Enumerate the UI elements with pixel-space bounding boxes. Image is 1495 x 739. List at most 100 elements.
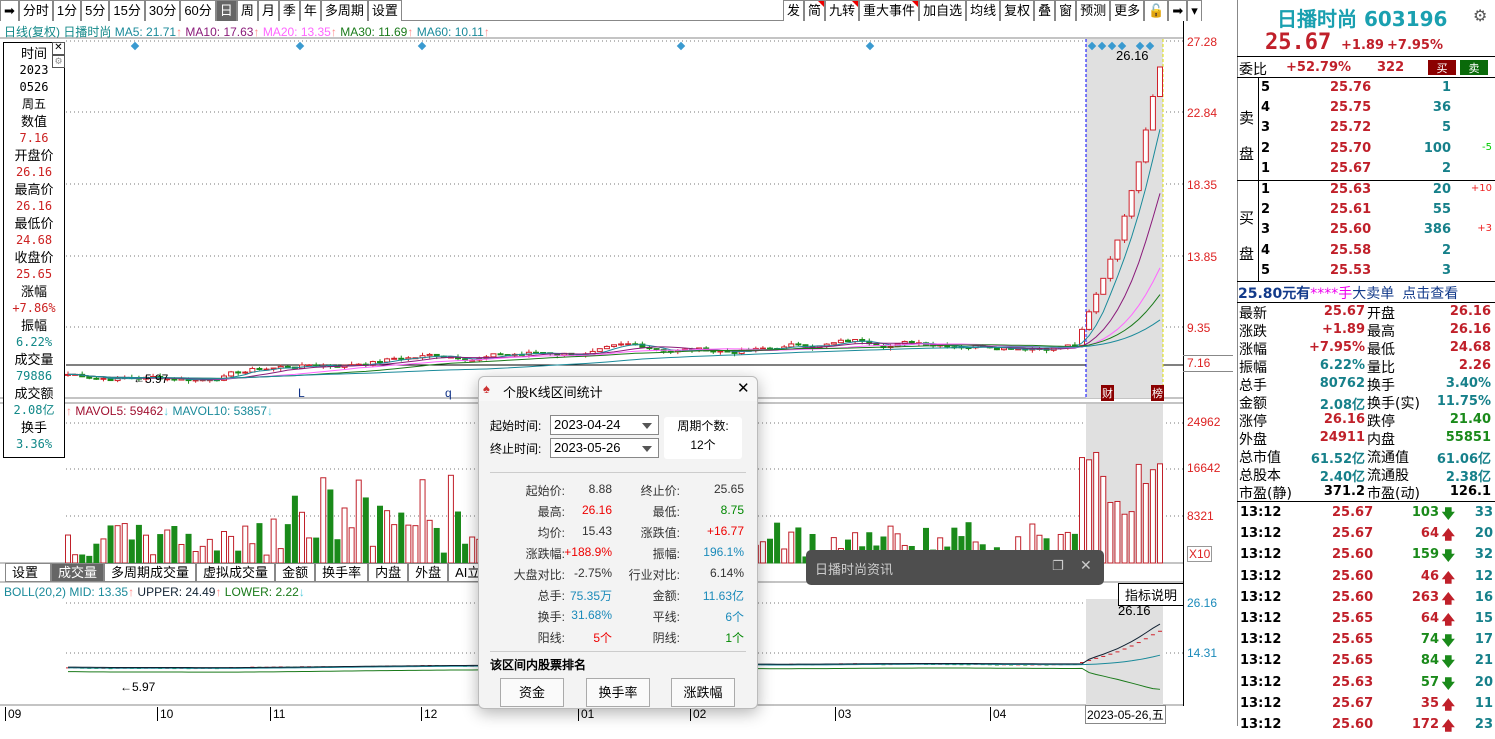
ask-row[interactable]: 1 25.67 2 bbox=[1237, 159, 1495, 179]
volume-bar bbox=[455, 511, 461, 564]
bid-row[interactable]: 5 25.53 3 bbox=[1237, 261, 1495, 281]
indicator-tab[interactable]: 虚拟成交量 bbox=[196, 563, 276, 582]
candle bbox=[653, 348, 660, 351]
info-label: 换手 bbox=[20, 420, 47, 435]
info-label: 数值 bbox=[20, 114, 47, 129]
level: 3 bbox=[1261, 222, 1271, 238]
date-axis-label: 10 bbox=[157, 707, 173, 721]
level: 5 bbox=[1261, 262, 1271, 278]
period-count: 12个 bbox=[690, 438, 716, 452]
ask-row[interactable]: 4 25.75 36 bbox=[1237, 98, 1495, 118]
last-price: 25.67 bbox=[1265, 30, 1332, 55]
stat-value: 3.40% bbox=[1445, 376, 1491, 391]
close-icon[interactable]: ✕ bbox=[737, 379, 750, 397]
boll-axis-label: 14.31 bbox=[1187, 646, 1218, 660]
sell-button[interactable]: 卖 bbox=[1460, 60, 1488, 75]
ask-row[interactable]: 3 25.72 5 bbox=[1237, 118, 1495, 138]
tick-row: 13:12 25.65 74 🡇 17 bbox=[1237, 630, 1495, 651]
bid-row[interactable]: 2 25.61 55 bbox=[1237, 200, 1495, 220]
candle bbox=[1093, 293, 1100, 313]
price-axis-label: 13.85 bbox=[1187, 250, 1218, 264]
level: 2 bbox=[1261, 202, 1271, 218]
stat-value: 25.65 bbox=[713, 482, 744, 496]
close-icon[interactable]: ✕ bbox=[52, 42, 65, 55]
close-icon[interactable]: ✕ bbox=[1080, 557, 1092, 574]
indicator-tab[interactable]: 金额 bbox=[275, 563, 316, 582]
indicator-tab[interactable]: 换手率 bbox=[315, 563, 369, 582]
boll-axis-label: 26.16 bbox=[1187, 596, 1218, 610]
volume-bar bbox=[249, 543, 256, 564]
rank-capital-button[interactable]: 资金 bbox=[500, 678, 564, 707]
volume-bar bbox=[405, 524, 412, 564]
end-date-select[interactable]: 2023-05-26 bbox=[550, 438, 659, 458]
tick-price: 25.60 bbox=[1332, 717, 1374, 732]
stat-row: 外盘 24911 内盘 55851 bbox=[1237, 429, 1495, 448]
buy-button[interactable]: 买 bbox=[1428, 60, 1456, 75]
ask-row[interactable]: 2 25.70 100 -5 bbox=[1237, 139, 1495, 159]
boll-lower: LOWER: 2.22 bbox=[224, 585, 299, 599]
stat-label: 起始价: bbox=[525, 484, 565, 498]
stat-row: 涨停 26.16 跌停 21.40 bbox=[1237, 411, 1495, 430]
bid-row[interactable]: 3 25.60 386 +3 bbox=[1237, 220, 1495, 240]
date-axis-label: 09 bbox=[5, 707, 21, 721]
info-label: 成交额 bbox=[14, 386, 54, 401]
big-order-bar[interactable]: 25.80元有****手大卖单 点击查看 bbox=[1238, 283, 1458, 303]
candle bbox=[845, 339, 851, 343]
date-axis-label: 12 bbox=[421, 707, 437, 721]
volume-bar bbox=[327, 489, 334, 564]
settings-gear-icon[interactable]: ⚙ bbox=[1473, 6, 1487, 25]
info-label: 收盘价 bbox=[14, 250, 54, 265]
stat-value: 75.35万 bbox=[569, 589, 612, 603]
stat-row: 最新 25.67 开盘 26.16 bbox=[1237, 303, 1495, 322]
ma20-line bbox=[67, 267, 1161, 380]
candle bbox=[100, 377, 107, 380]
candle bbox=[788, 343, 795, 348]
rank-turnover-button[interactable]: 换手率 bbox=[586, 678, 650, 707]
stat-row: 总股本 2.40亿 流通股 2.38亿 bbox=[1237, 465, 1495, 485]
info-label: 开盘价 bbox=[14, 148, 54, 163]
finance-badge[interactable]: 财 bbox=[1101, 385, 1114, 401]
stat-row: 市盈(静) 371.2 市盈(动) 126.1 bbox=[1237, 483, 1495, 502]
stat-label: 最低 bbox=[1367, 342, 1395, 358]
rank-badge[interactable]: 榜 bbox=[1151, 385, 1164, 401]
weicha-value: 322 bbox=[1377, 60, 1405, 75]
indicator-tab[interactable]: 多周期成交量 bbox=[104, 563, 197, 582]
stat-label: 最高: bbox=[537, 505, 565, 519]
indicator-tab[interactable]: 外盘 bbox=[408, 563, 449, 582]
stat-label: 涨跌值: bbox=[640, 526, 680, 540]
event-marker-l[interactable]: L bbox=[298, 386, 305, 400]
bid-row[interactable]: 4 25.58 2 bbox=[1237, 241, 1495, 261]
volume-bar bbox=[143, 534, 149, 564]
tick-time: 13:12 bbox=[1240, 695, 1282, 711]
vol-scale-button[interactable]: X10 bbox=[1187, 546, 1213, 562]
stat-label: 涨跌幅: bbox=[525, 547, 565, 561]
volume-bar bbox=[767, 538, 773, 564]
stat-value: 6.14% bbox=[709, 566, 744, 580]
stat-label: 流通值 bbox=[1367, 450, 1409, 466]
start-date-select[interactable]: 2023-04-24 bbox=[550, 415, 659, 435]
ask-row[interactable]: 5 25.76 1 bbox=[1237, 78, 1495, 98]
bid-row[interactable]: 1 25.63 20 +10 bbox=[1237, 180, 1495, 200]
stat-value: 6.22% bbox=[1319, 358, 1365, 373]
gear-icon[interactable]: ⚙ bbox=[52, 55, 65, 68]
tick-row: 13:12 25.60 159 🡇 32 bbox=[1237, 545, 1495, 566]
vol-axis-label: 8321 bbox=[1187, 509, 1214, 523]
candle bbox=[1086, 311, 1093, 330]
tick-count: 20 bbox=[1474, 526, 1493, 542]
volume-bar bbox=[1128, 511, 1135, 564]
indicator-tab[interactable]: 设置 bbox=[5, 563, 52, 582]
indicator-tab[interactable]: 成交量 bbox=[51, 563, 105, 582]
price-change: +1.89 bbox=[1341, 38, 1384, 53]
tick-price: 25.65 bbox=[1332, 653, 1374, 669]
volume-bar bbox=[440, 552, 447, 564]
restore-icon[interactable]: ❐ bbox=[1052, 558, 1064, 574]
candle bbox=[837, 339, 844, 344]
stat-value: 8.88 bbox=[588, 482, 612, 496]
rank-change-button[interactable]: 涨跌幅 bbox=[671, 678, 735, 707]
event-marker-q[interactable]: q bbox=[445, 386, 452, 400]
level: 3 bbox=[1261, 120, 1271, 136]
candle bbox=[1128, 190, 1135, 217]
volume-bar bbox=[270, 518, 277, 564]
indicator-tab[interactable]: 内盘 bbox=[368, 563, 409, 582]
candle bbox=[717, 350, 724, 353]
